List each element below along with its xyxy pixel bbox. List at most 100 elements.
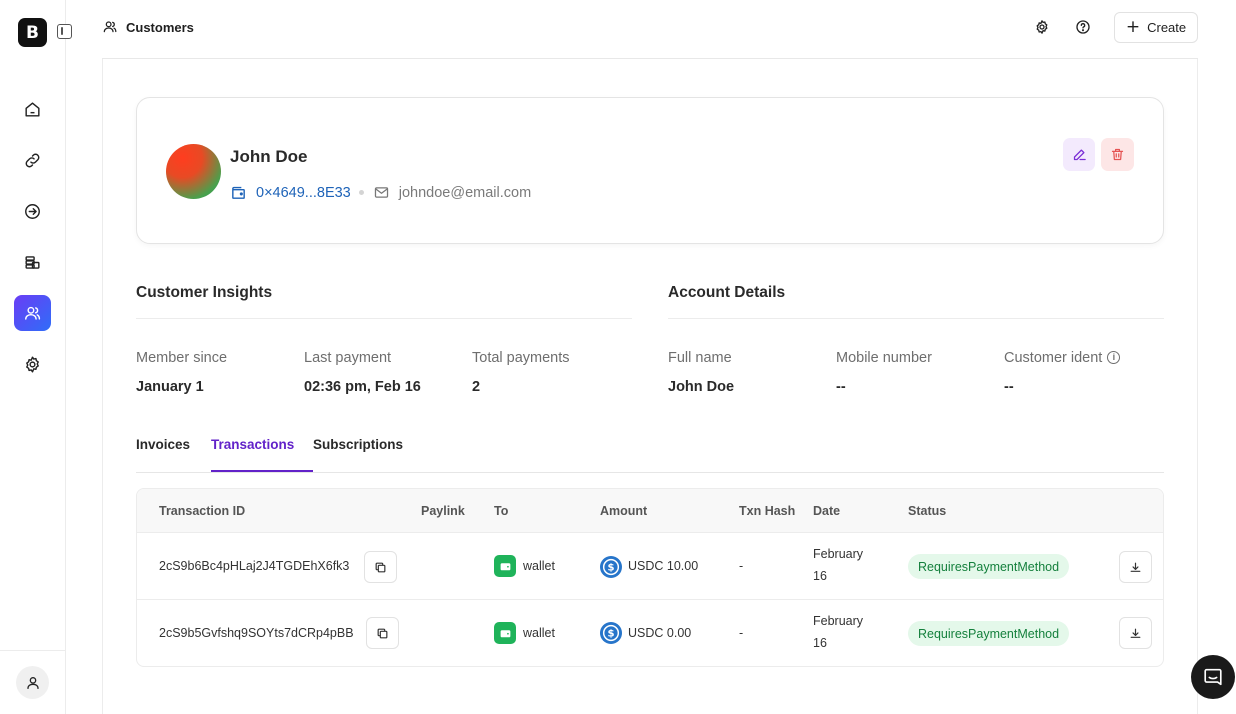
total-payments-value: 2 xyxy=(472,379,481,395)
app-root: B Customers + Create John Doe 0×4649...8… xyxy=(0,0,1236,714)
sidebar-item-home[interactable] xyxy=(14,91,51,127)
settings-button[interactable] xyxy=(1032,17,1052,37)
tabs-divider xyxy=(136,472,1164,473)
svg-text:$: $ xyxy=(607,563,614,574)
amount: USDC 10.00 xyxy=(628,559,699,573)
txn-hash: - xyxy=(739,626,744,640)
delete-customer-button[interactable] xyxy=(1101,138,1134,171)
txn-hash: - xyxy=(739,559,744,573)
wallet-icon xyxy=(494,622,516,644)
sidebar: B xyxy=(0,0,72,714)
mobile-number-label: Mobile number xyxy=(836,350,932,366)
table-row[interactable]: 2cS9b5Gvfshq9SOYts7dCRp4pBB wallet $ USD… xyxy=(137,600,1163,666)
column-header[interactable]: To xyxy=(494,504,508,518)
column-header[interactable]: Txn Hash xyxy=(739,504,795,518)
plus-icon: + xyxy=(1125,17,1141,37)
member-since-value: January 1 xyxy=(136,379,204,395)
column-header[interactable]: Status xyxy=(908,504,946,518)
status-badge: RequiresPaymentMethod xyxy=(908,554,1070,579)
last-payment-label: Last payment xyxy=(304,350,392,366)
coins-stack-icon xyxy=(25,255,40,269)
customer-name: John Doe xyxy=(230,147,308,166)
header-divider xyxy=(102,58,1198,59)
mobile-number-value: -- xyxy=(836,379,846,395)
gear-icon xyxy=(26,356,39,372)
sidebar-item-ledger[interactable] xyxy=(14,244,51,280)
full-name-label: Full name xyxy=(668,350,732,366)
customer-email: johndoe@email.com xyxy=(398,184,532,201)
customer-ident-value: -- xyxy=(1004,379,1014,395)
usdc-icon: $ xyxy=(600,556,622,578)
users-icon xyxy=(25,306,41,320)
download-button[interactable] xyxy=(1119,617,1152,649)
column-header[interactable]: Amount xyxy=(600,504,647,518)
trash-icon xyxy=(1111,148,1124,161)
full-name-value: John Doe xyxy=(668,379,735,395)
tab-invoices[interactable]: Invoices xyxy=(136,437,190,452)
total-payments-label: Total payments xyxy=(472,350,570,366)
create-button-label: Create xyxy=(1147,20,1187,35)
sidebar-item-customers[interactable] xyxy=(14,295,51,331)
date-day: 16 xyxy=(813,636,827,650)
copy-id-button[interactable] xyxy=(366,617,399,649)
user-icon xyxy=(26,676,39,689)
home-icon xyxy=(25,101,40,117)
brand-logo[interactable]: B xyxy=(18,18,47,47)
column-header[interactable]: Paylink xyxy=(421,504,465,518)
column-header[interactable]: Date xyxy=(813,504,840,518)
last-payment-value: 02:36 pm, Feb 16 xyxy=(304,379,421,395)
customer-insights-heading: Customer Insights xyxy=(136,284,273,301)
tab-subscriptions[interactable]: Subscriptions xyxy=(313,437,403,452)
transaction-id: 2cS9b6Bc4pHLaj2J4TGDEhX6fk3 xyxy=(159,559,350,573)
status-badge: RequiresPaymentMethod xyxy=(908,621,1070,646)
tab-transactions[interactable]: Transactions xyxy=(211,437,294,452)
customer-contact-row: 0×4649...8E33 johndoe@email.com xyxy=(230,184,531,201)
customer-ident-label: Customer ident i xyxy=(1004,350,1121,366)
copy-id-button[interactable] xyxy=(364,551,397,583)
download-icon xyxy=(1130,628,1141,638)
customer-ident-label-text: Customer ident xyxy=(1004,350,1103,366)
copy-icon xyxy=(375,562,386,572)
login-arrow-icon xyxy=(25,203,40,219)
active-tab-indicator xyxy=(211,470,313,472)
date-month: February xyxy=(813,614,864,628)
create-button[interactable]: + Create xyxy=(1114,12,1198,43)
table-header: Transaction ID Paylink To Amount Txn Has… xyxy=(137,489,1163,533)
member-since-label: Member since xyxy=(136,350,228,366)
users-icon xyxy=(103,21,117,33)
chat-launcher-button[interactable] xyxy=(1191,655,1235,699)
column-header[interactable]: Transaction ID xyxy=(159,504,245,518)
wallet-address-link[interactable]: 0×4649...8E33 xyxy=(256,185,351,201)
page-title: Customers xyxy=(102,19,194,35)
sidebar-item-payments[interactable] xyxy=(14,193,51,229)
gear-icon xyxy=(1036,20,1048,34)
transactions-table: Transaction ID Paylink To Amount Txn Has… xyxy=(136,488,1164,667)
help-button[interactable] xyxy=(1073,17,1093,37)
profile-button[interactable] xyxy=(16,666,49,699)
download-icon xyxy=(1130,562,1141,572)
transaction-id: 2cS9b5Gvfshq9SOYts7dCRp4pBB xyxy=(159,626,354,640)
avatar xyxy=(166,144,221,199)
page-title-text: Customers xyxy=(126,19,194,35)
info-icon[interactable]: i xyxy=(1107,350,1121,364)
customer-profile-card: John Doe 0×4649...8E33 johndoe@email.com xyxy=(136,97,1164,244)
help-icon xyxy=(1076,20,1090,34)
table-row[interactable]: 2cS9b6Bc4pHLaj2J4TGDEhX6fk3 wallet $ USD… xyxy=(137,533,1163,600)
copy-icon xyxy=(377,628,388,638)
edit-customer-button[interactable] xyxy=(1063,138,1095,171)
sidebar-divider xyxy=(0,650,66,651)
pencil-icon xyxy=(1073,149,1086,161)
recipient: wallet xyxy=(523,559,555,573)
wallet-icon xyxy=(494,555,516,577)
sidebar-item-settings[interactable] xyxy=(14,346,51,382)
recipient: wallet xyxy=(523,626,555,640)
sidebar-item-paylinks[interactable] xyxy=(14,142,51,178)
topbar: Customers + Create xyxy=(66,0,1236,56)
svg-text:$: $ xyxy=(607,629,614,640)
date-month: February xyxy=(813,547,864,561)
chat-icon xyxy=(1204,668,1222,686)
link-icon xyxy=(25,153,40,167)
download-button[interactable] xyxy=(1119,551,1152,583)
separator-dot xyxy=(358,190,364,195)
date-day: 16 xyxy=(813,569,827,583)
